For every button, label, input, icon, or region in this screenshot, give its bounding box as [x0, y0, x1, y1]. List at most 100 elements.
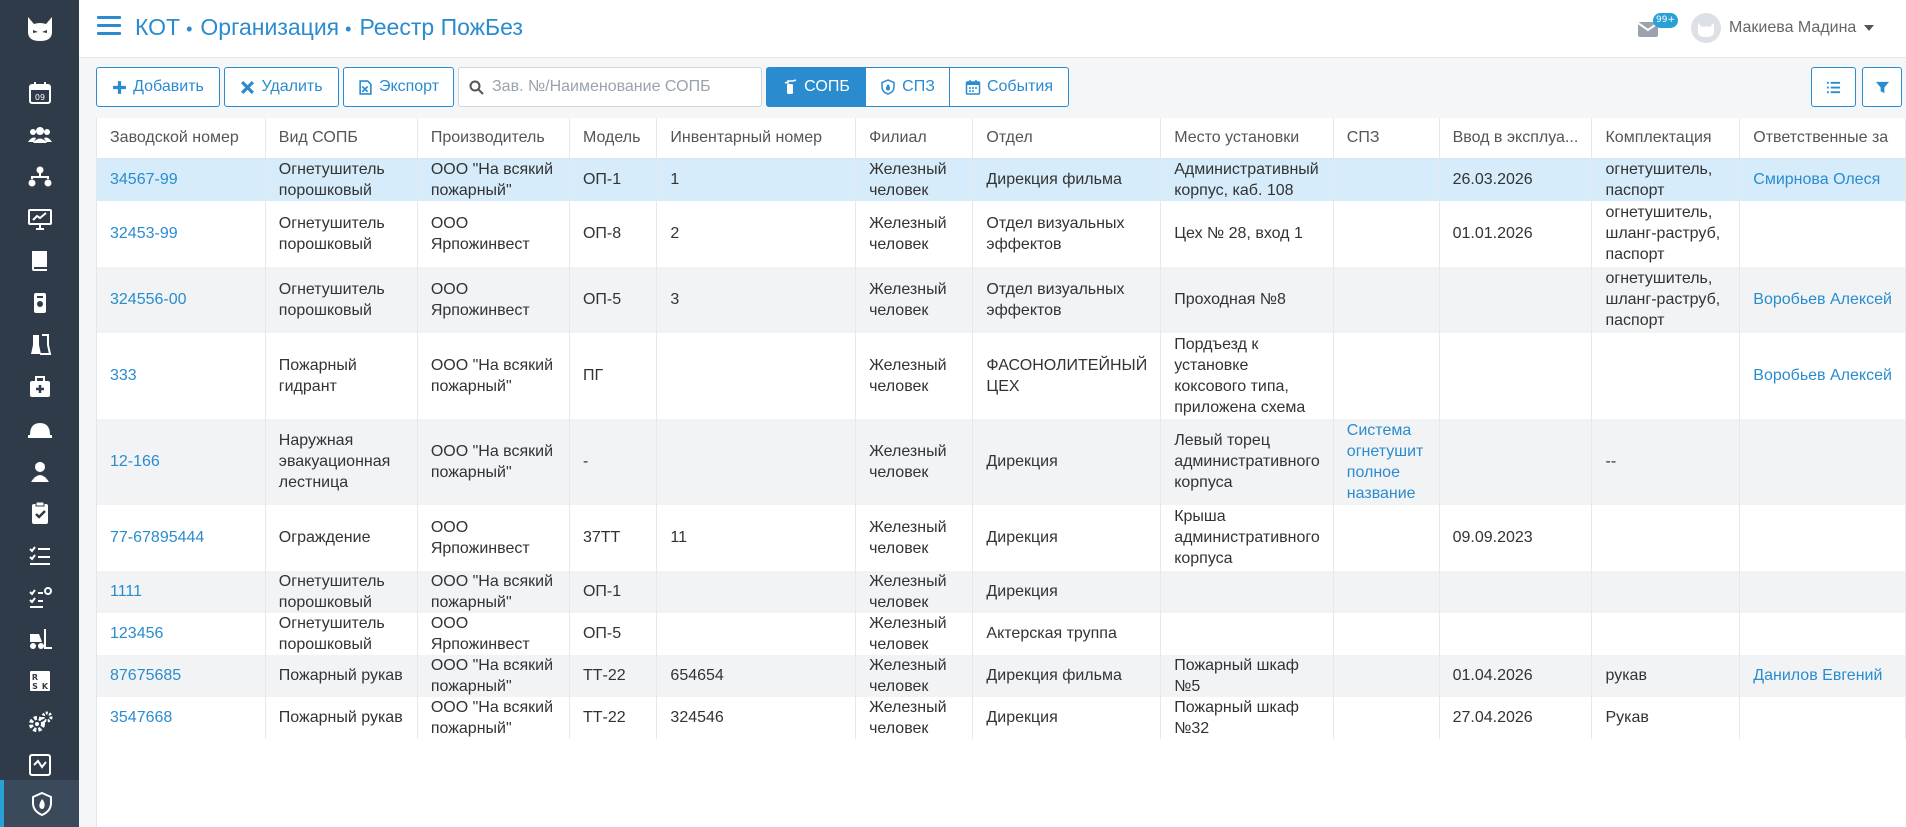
factory-number-link[interactable]: 123456 [110, 625, 163, 642]
tab-events[interactable]: События [949, 67, 1069, 107]
cell-inventory-number: 324546 [656, 696, 857, 739]
cell-factory-number[interactable]: 87675685 [97, 654, 266, 697]
cell-factory-number[interactable]: 77-67895444 [97, 504, 266, 571]
breadcrumb-item[interactable]: КОТ [135, 14, 180, 40]
cell-factory-number[interactable]: 32453-99 [97, 200, 266, 267]
factory-number-link[interactable]: 77-67895444 [110, 529, 204, 546]
cell-responsible[interactable]: Данилов Евгений [1739, 654, 1906, 697]
sidebar-item-tasks[interactable] [0, 535, 79, 575]
table-row[interactable]: 3547668 Пожарный рукав ООО "На всякий пожа… [97, 696, 1906, 739]
cell-factory-number[interactable]: 12-166 [97, 418, 266, 505]
sidebar-item-lab[interactable] [0, 325, 79, 365]
cell-spz[interactable]: Система огнетушит полное название [1333, 418, 1440, 505]
responsible-link[interactable]: Воробьев Алексей [1753, 291, 1892, 308]
table-row[interactable]: 12-166 Наружная эвакуационная лестница ООО… [97, 418, 1906, 505]
sidebar-item-settings[interactable] [0, 703, 79, 743]
table-row[interactable]: 87675685 Пожарный рукав ООО "На всякий пож… [97, 654, 1906, 697]
cell-model: ОП-1 [569, 570, 658, 613]
sidebar-item-diagram[interactable] [0, 745, 79, 785]
user-menu[interactable]: Макиева Мадина [1691, 13, 1875, 43]
factory-number-link[interactable]: 32453-99 [110, 225, 178, 242]
column-header-commission-date[interactable]: Ввод в эксплуа... [1439, 118, 1593, 159]
tab-spz[interactable]: СПЗ [865, 67, 950, 107]
factory-number-link[interactable]: 3547668 [110, 709, 172, 726]
sidebar-item-medical[interactable] [0, 367, 79, 407]
delete-button[interactable]: Удалить [224, 67, 339, 107]
sidebar-item-calendar[interactable]: 09 [0, 73, 79, 113]
cell-inventory-number: 654654 [656, 654, 857, 697]
responsible-link[interactable]: Воробьев Алексей [1753, 367, 1892, 384]
column-header-manufacturer[interactable]: Производитель [417, 118, 570, 159]
breadcrumb-item[interactable]: Организация [200, 14, 339, 40]
column-header-install-location[interactable]: Место установки [1160, 118, 1334, 159]
cell-factory-number[interactable]: 1111 [97, 570, 266, 613]
table-header-row: Заводской номер Вид СОПБ Производитель Моде… [97, 118, 1906, 159]
presentation-icon [27, 209, 52, 230]
column-header-sopb-type[interactable]: Вид СОПБ [265, 118, 418, 159]
column-header-branch[interactable]: Филиал [855, 118, 974, 159]
cell-spz [1333, 504, 1440, 571]
sidebar-item-users[interactable] [0, 115, 79, 155]
sidebar-item-risk[interactable]: RSK [0, 661, 79, 701]
add-button[interactable]: Добавить [96, 67, 220, 107]
table-row[interactable]: 123456 Огнетушитель порошковый ООО Ярпожин… [97, 612, 1906, 655]
cell-manufacturer: ООО "На всякий пожарный" [417, 418, 570, 505]
cell-manufacturer: ООО Ярпожинвест [417, 504, 570, 571]
factory-number-link[interactable]: 333 [110, 367, 137, 384]
column-header-model[interactable]: Модель [569, 118, 658, 159]
responsible-link[interactable]: Данилов Евгений [1753, 667, 1882, 684]
factory-number-link[interactable]: 324556-00 [110, 291, 187, 308]
cell-responsible[interactable]: Воробьев Алексей [1739, 332, 1906, 419]
cell-commission-date: 01.04.2026 [1439, 654, 1593, 697]
cell-factory-number[interactable]: 3547668 [97, 696, 266, 739]
search-input[interactable] [492, 78, 752, 96]
column-header-inventory-number[interactable]: Инвентарный номер [656, 118, 857, 159]
responsible-link[interactable]: Смирнова Олеся [1753, 171, 1880, 188]
table-row[interactable]: 34567-99 Огнетушитель порошковый ООО "На в… [97, 158, 1906, 201]
table-row[interactable]: 77-67895444 Ограждение ООО Ярпожинвест 37ТТ… [97, 504, 1906, 571]
list-view-button[interactable] [1811, 67, 1856, 107]
factory-number-link[interactable]: 1111 [110, 583, 142, 600]
factory-number-link[interactable]: 34567-99 [110, 171, 178, 188]
cell-branch: Железный человек [855, 612, 974, 655]
table-row[interactable]: 324556-00 Огнетушитель порошковый ООО Ярпо… [97, 266, 1906, 333]
cell-equipment-set [1591, 570, 1741, 613]
factory-number-link[interactable]: 12-166 [110, 453, 160, 470]
column-header-factory-number[interactable]: Заводской номер [97, 118, 266, 159]
caret-down-icon [1864, 25, 1875, 31]
sidebar-item-journal[interactable] [0, 241, 79, 281]
sidebar-item-tasks-settings[interactable] [0, 577, 79, 617]
sidebar-item-worker[interactable] [0, 451, 79, 491]
column-header-equipment-set[interactable]: Комплектация [1591, 118, 1741, 159]
breadcrumb: КОТ • Организация • Реестр ПожБез [135, 14, 523, 41]
app-logo[interactable] [0, 0, 79, 58]
cell-department: Дирекция фильма [972, 654, 1162, 697]
column-header-department[interactable]: Отдел [972, 118, 1162, 159]
cell-factory-number[interactable]: 333 [97, 332, 266, 419]
column-header-spz[interactable]: СПЗ [1333, 118, 1440, 159]
export-button[interactable]: Экспорт [343, 67, 454, 107]
hamburger-menu-icon[interactable] [97, 16, 121, 40]
sidebar-item-checklist[interactable] [0, 493, 79, 533]
sidebar-item-fire-safety[interactable] [0, 780, 79, 827]
sidebar-item-structure[interactable] [0, 157, 79, 197]
table-row[interactable]: 32453-99 Огнетушитель порошковый ООО Ярпож… [97, 200, 1906, 267]
cell-responsible[interactable]: Воробьев Алексей [1739, 266, 1906, 333]
factory-number-link[interactable]: 87675685 [110, 667, 181, 684]
cell-factory-number[interactable]: 123456 [97, 612, 266, 655]
sidebar-item-training[interactable] [0, 199, 79, 239]
table-row[interactable]: 333 Пожарный гидрант ООО "На всякий пожарн… [97, 332, 1906, 419]
sidebar-item-device[interactable] [0, 283, 79, 323]
cell-factory-number[interactable]: 34567-99 [97, 158, 266, 201]
cell-department: Актерская труппа [972, 612, 1162, 655]
add-button-label: Добавить [133, 78, 204, 95]
filter-button[interactable] [1862, 67, 1902, 107]
cell-factory-number[interactable]: 324556-00 [97, 266, 266, 333]
column-header-responsible[interactable]: Ответственные за [1739, 118, 1906, 159]
tab-sopb[interactable]: СОПБ [766, 67, 866, 107]
sidebar-item-forklift[interactable] [0, 619, 79, 659]
table-row[interactable]: 1111 Огнетушитель порошковый ООО "На всяки… [97, 570, 1906, 613]
cell-manufacturer: ООО Ярпожинвест [417, 612, 570, 655]
sidebar-item-ppe[interactable] [0, 409, 79, 449]
cell-responsible[interactable]: Смирнова Олеся [1739, 158, 1906, 201]
